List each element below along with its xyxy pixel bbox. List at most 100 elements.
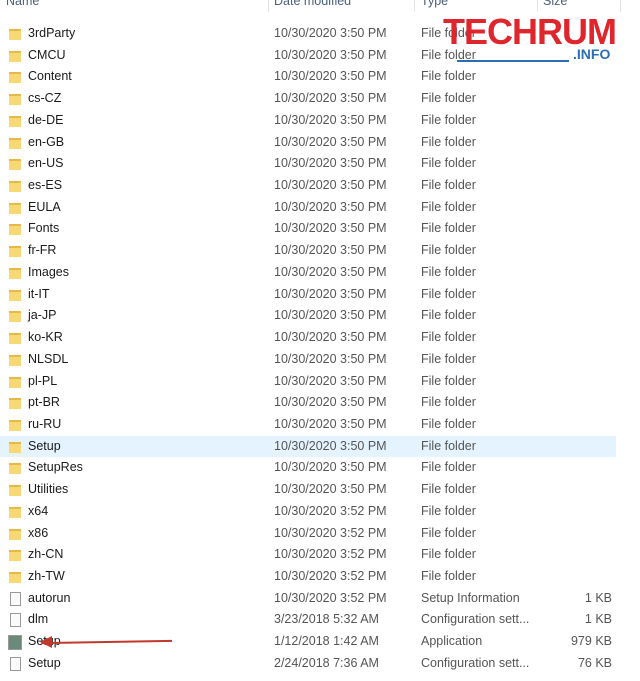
file-row[interactable]: x64 10/30/2020 3:52 PM File folder [0, 501, 616, 522]
folder-icon [9, 485, 21, 497]
file-date: 1/12/2018 1:42 AM [274, 634, 379, 649]
file-row[interactable]: Content 10/30/2020 3:50 PM File folder [0, 66, 616, 87]
file-name: it-IT [28, 286, 50, 301]
file-date: 10/30/2020 3:50 PM [274, 69, 387, 84]
file-name: SetupRes [28, 460, 83, 475]
folder-icon [9, 311, 21, 323]
file-row[interactable]: ja-JP 10/30/2020 3:50 PM File folder [0, 305, 616, 326]
column-divider[interactable] [620, 0, 621, 12]
file-row[interactable]: en-US 10/30/2020 3:50 PM File folder [0, 153, 616, 174]
file-size: 979 KB [570, 634, 612, 649]
file-type: File folder [421, 199, 476, 214]
folder-icon [9, 550, 21, 562]
file-name: CMCU [28, 47, 66, 62]
file-row[interactable]: it-IT 10/30/2020 3:50 PM File folder [0, 284, 616, 305]
file-row[interactable]: pl-PL 10/30/2020 3:50 PM File folder [0, 371, 616, 392]
folder-icon [9, 572, 21, 583]
file-type: File folder [421, 547, 476, 562]
file-row[interactable]: Setup 10/30/2020 3:50 PM File folder [0, 435, 616, 457]
file-date: 10/30/2020 3:50 PM [274, 156, 387, 171]
file-name: autorun [28, 590, 71, 605]
file-date: 10/30/2020 3:50 PM [274, 221, 387, 236]
file-type: File folder [421, 569, 476, 583]
file-row[interactable]: x86 10/30/2020 3:52 PM File folder [0, 523, 616, 544]
folder-icon [9, 202, 21, 214]
file-type: Configuration sett... [421, 655, 530, 670]
file-name: Utilities [28, 482, 69, 497]
column-type[interactable]: Type [421, 0, 448, 8]
file-row[interactable]: Images 10/30/2020 3:50 PM File folder [0, 262, 616, 283]
file-type: File folder [421, 91, 476, 106]
folder-icon [9, 354, 21, 366]
file-row[interactable]: autorun 10/30/2020 3:52 PM Setup Informa… [0, 588, 616, 609]
column-date[interactable]: Date modified [274, 0, 351, 8]
file-row[interactable]: ko-KR 10/30/2020 3:50 PM File folder [0, 327, 616, 348]
file-row[interactable]: NLSDL 10/30/2020 3:50 PM File folder [0, 349, 616, 370]
file-date: 10/30/2020 3:50 PM [274, 91, 387, 106]
folder-icon [9, 94, 21, 106]
folder-icon [9, 246, 21, 258]
folder-icon [9, 376, 21, 388]
file-date: 10/30/2020 3:50 PM [274, 199, 387, 214]
file-type: File folder [421, 330, 476, 345]
file-row[interactable]: es-ES 10/30/2020 3:50 PM File folder [0, 175, 616, 196]
file-row[interactable]: Setup 2/24/2018 7:36 AM Configuration se… [0, 653, 616, 674]
file-date: 10/30/2020 3:50 PM [274, 178, 387, 193]
file-type: File folder [421, 178, 476, 193]
file-name: ja-JP [28, 308, 57, 323]
file-row[interactable]: EULA 10/30/2020 3:50 PM File folder [0, 197, 616, 218]
file-date: 10/30/2020 3:50 PM [274, 395, 387, 410]
file-type: File folder [421, 395, 476, 410]
file-row[interactable]: en-GB 10/30/2020 3:50 PM File folder [0, 132, 616, 153]
column-size[interactable]: Size [543, 0, 567, 8]
file-row[interactable]: dlm 3/23/2018 5:32 AM Configuration sett… [0, 609, 616, 630]
file-date: 10/30/2020 3:50 PM [274, 416, 387, 431]
watermark-logo-sub: .INFO [573, 46, 611, 62]
file-type: File folder [421, 525, 476, 540]
file-name: de-DE [28, 112, 64, 127]
file-row[interactable]: Utilities 10/30/2020 3:50 PM File folder [0, 479, 616, 500]
file-name: 3rdParty [28, 26, 76, 40]
file-date: 10/30/2020 3:50 PM [274, 482, 387, 497]
file-row[interactable]: zh-CN 10/30/2020 3:52 PM File folder [0, 544, 616, 565]
file-name: Content [28, 69, 72, 84]
file-name: cs-CZ [28, 91, 62, 106]
file-row[interactable]: Fonts 10/30/2020 3:50 PM File folder [0, 218, 616, 239]
file-name: EULA [28, 199, 61, 214]
folder-icon [9, 72, 21, 84]
app-icon [8, 635, 22, 651]
file-name: x64 [28, 503, 49, 518]
file-date: 10/30/2020 3:52 PM [274, 569, 387, 583]
file-date: 10/30/2020 3:50 PM [274, 351, 387, 366]
file-name: pl-PL [28, 373, 58, 388]
file-name: pt-BR [28, 395, 60, 410]
file-type: File folder [421, 156, 476, 171]
file-row[interactable]: fr-FR 10/30/2020 3:50 PM File folder [0, 240, 616, 261]
file-type: File folder [421, 416, 476, 431]
file-date: 10/30/2020 3:50 PM [274, 26, 387, 40]
file-name: Setup [28, 438, 61, 453]
file-row[interactable]: zh-TW 10/30/2020 3:52 PM File folder [0, 566, 616, 587]
annotation-arrowhead [40, 636, 52, 648]
column-divider[interactable] [414, 0, 415, 12]
file-icon [10, 591, 21, 606]
file-date: 2/24/2018 7:36 AM [274, 655, 379, 670]
file-name: Fonts [28, 221, 60, 236]
file-name: en-US [28, 156, 64, 171]
file-name: ru-RU [28, 416, 62, 431]
file-date: 10/30/2020 3:50 PM [274, 286, 387, 301]
file-type: Application [421, 634, 483, 649]
column-divider[interactable] [268, 0, 269, 12]
file-row[interactable]: cs-CZ 10/30/2020 3:50 PM File folder [0, 88, 616, 109]
file-type: File folder [421, 503, 476, 518]
file-row[interactable]: de-DE 10/30/2020 3:50 PM File folder [0, 110, 616, 131]
folder-icon [9, 115, 21, 127]
folder-icon [9, 159, 21, 171]
file-row[interactable]: pt-BR 10/30/2020 3:50 PM File folder [0, 392, 616, 413]
file-name: dlm [28, 612, 49, 627]
file-row[interactable]: SetupRes 10/30/2020 3:50 PM File folder [0, 457, 616, 478]
file-type: File folder [421, 438, 476, 453]
column-name[interactable]: Name [6, 0, 39, 8]
file-icon [10, 656, 21, 671]
file-row[interactable]: ru-RU 10/30/2020 3:50 PM File folder [0, 414, 616, 435]
